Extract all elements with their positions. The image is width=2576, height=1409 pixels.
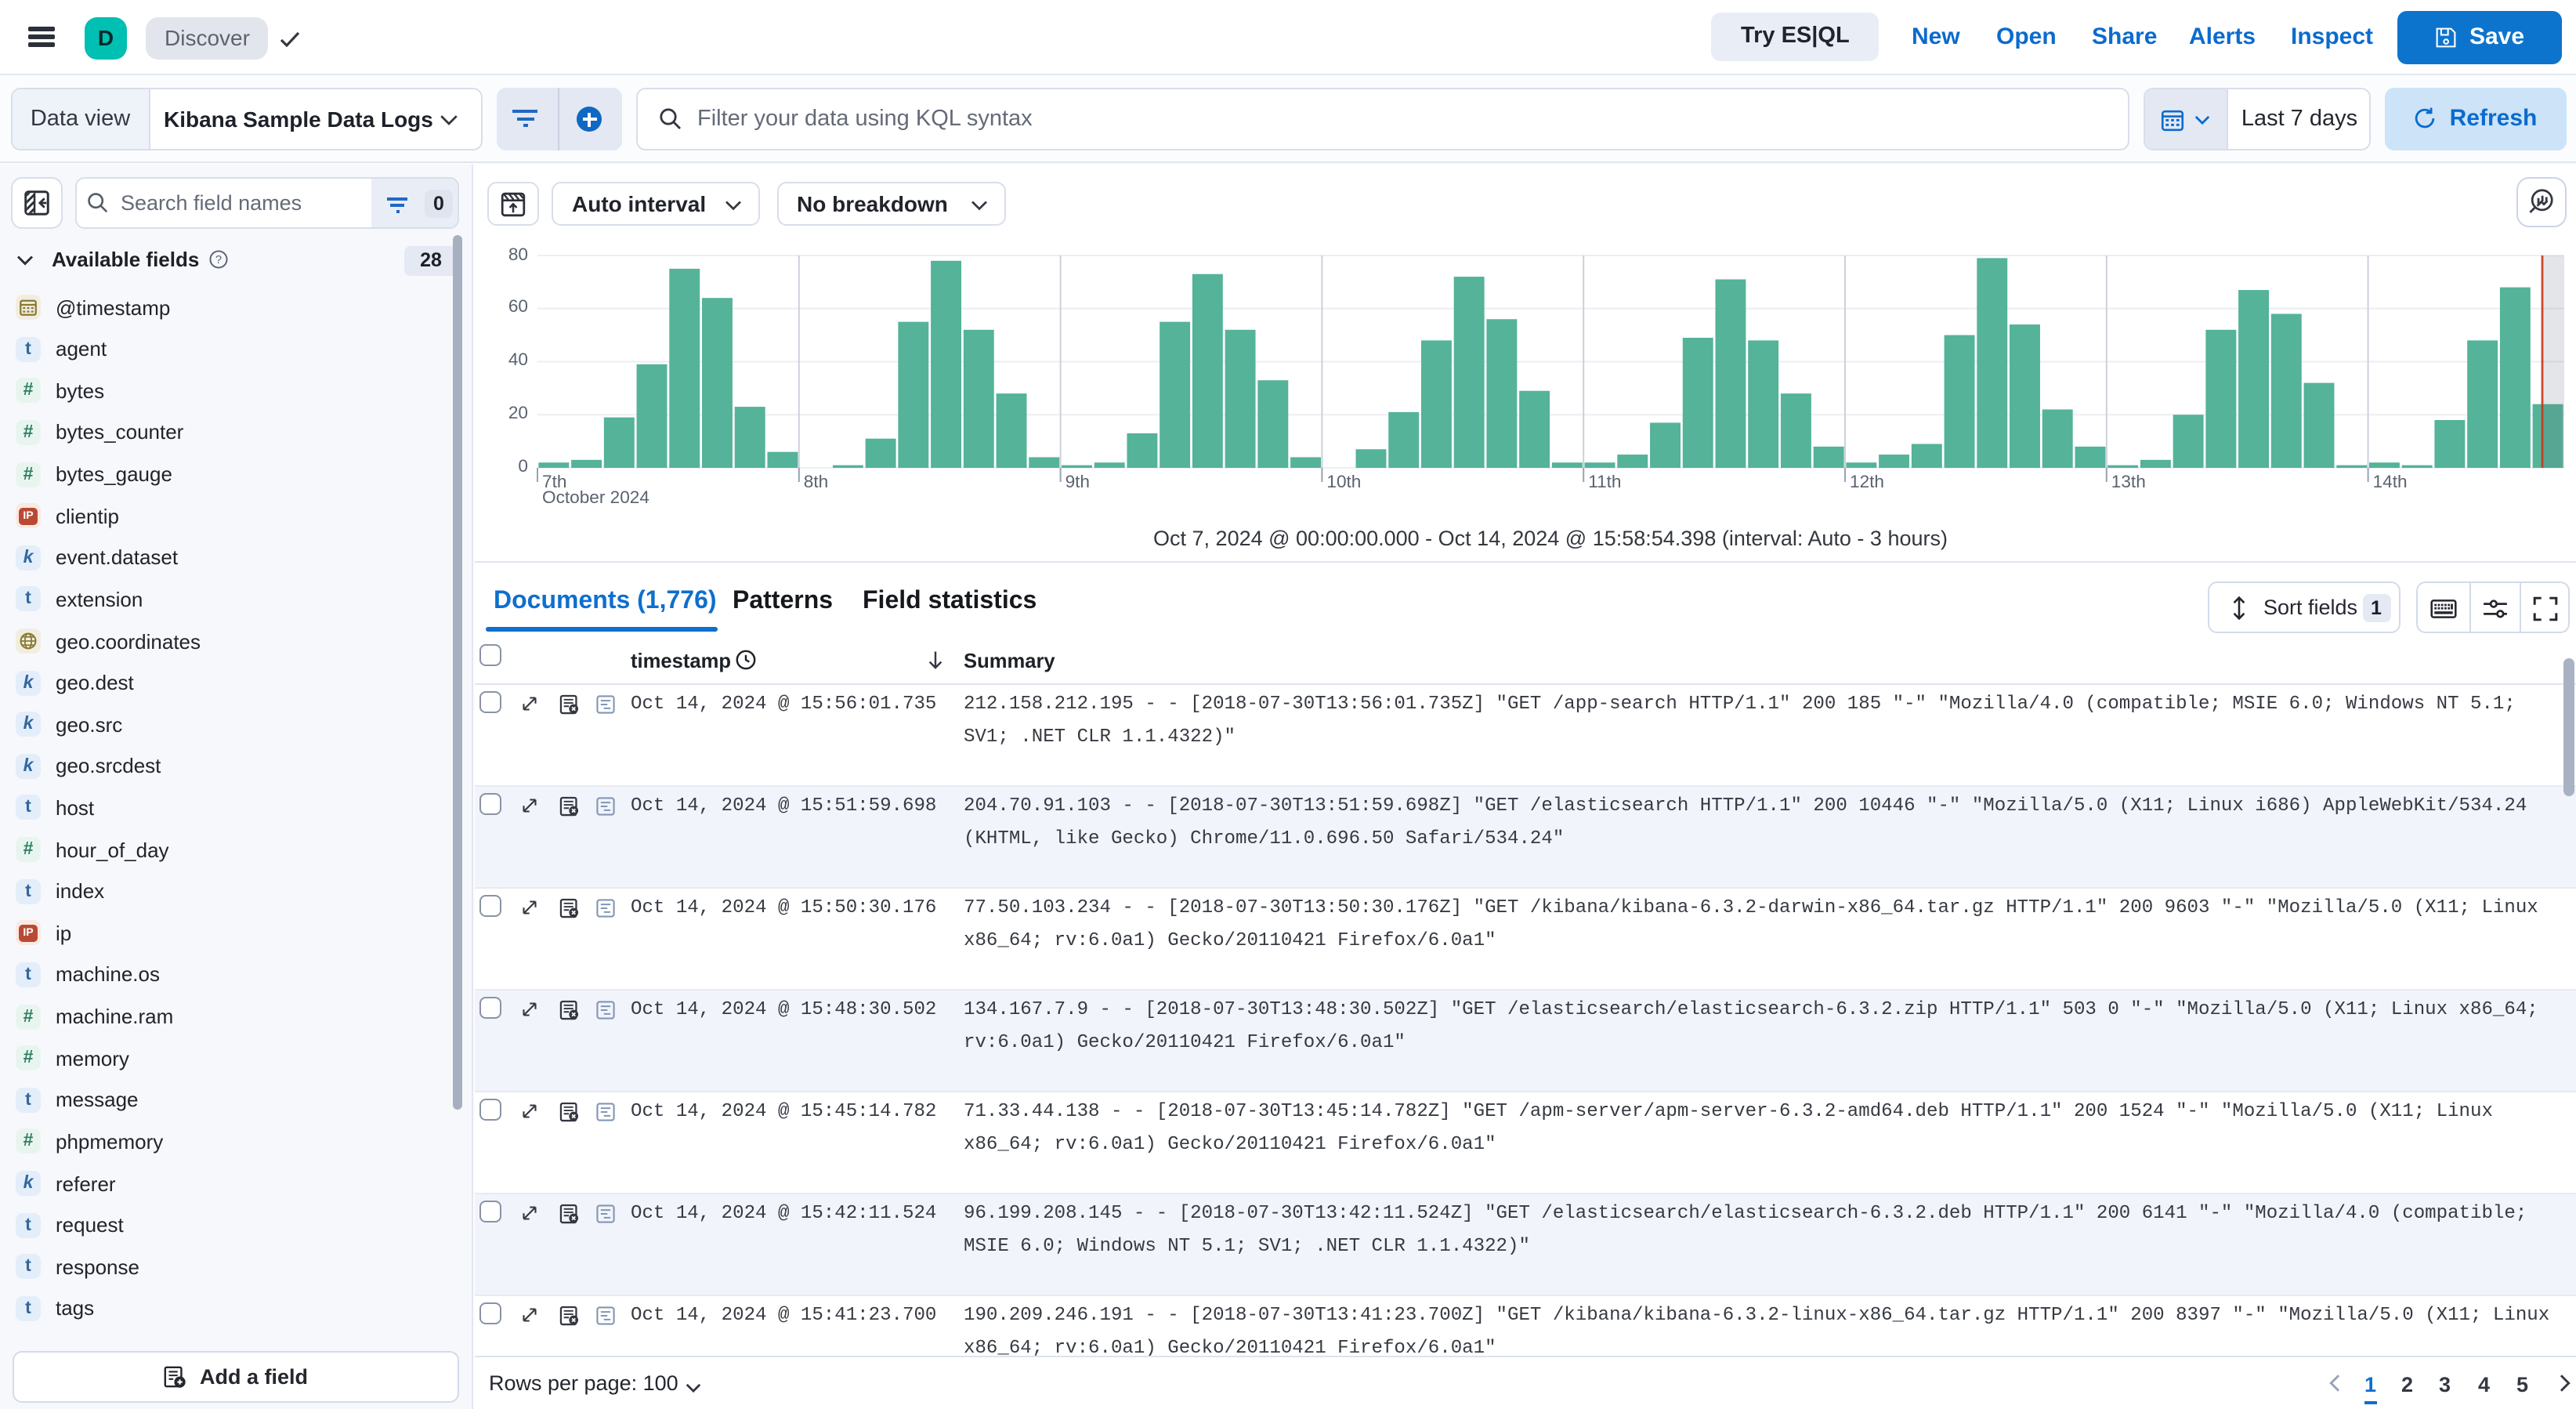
svg-text:?: ?	[215, 254, 222, 266]
